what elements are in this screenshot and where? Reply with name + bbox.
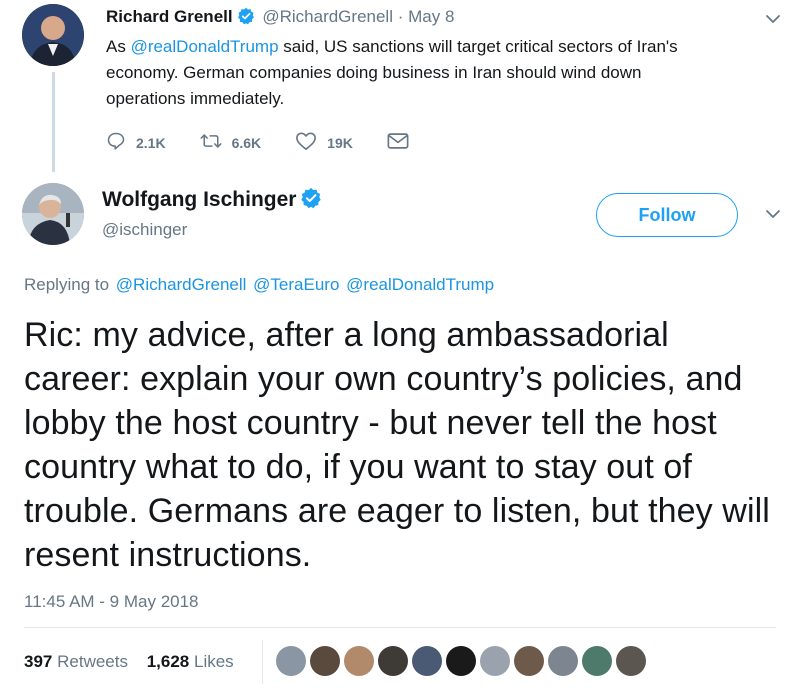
reply-button[interactable]: 2.1K	[106, 131, 166, 154]
liker-avatar[interactable]	[514, 646, 544, 676]
separator-dot: ·	[397, 7, 404, 26]
liker-avatar[interactable]	[616, 646, 646, 676]
tweet-actions: 2.1K 6.6K 19K	[106, 131, 453, 154]
liker-avatar[interactable]	[548, 646, 578, 676]
chevron-down-icon[interactable]	[764, 10, 782, 33]
author-name-text[interactable]: Wolfgang Ischinger	[102, 188, 296, 211]
wolfgang-ischinger-avatar[interactable]	[22, 183, 84, 245]
mention-link[interactable]: @realDonaldTrump	[131, 37, 279, 56]
author-name[interactable]: Wolfgang Ischinger	[102, 187, 325, 216]
like-total: 1,628	[146, 652, 190, 671]
liker-avatar[interactable]	[582, 646, 612, 676]
liker-avatar[interactable]	[310, 646, 340, 676]
verified-badge-icon	[237, 7, 255, 31]
likes-stat[interactable]: 1,628 Likes	[147, 652, 234, 671]
likes-label: Likes	[194, 652, 234, 671]
replying-to-line: Replying to @RichardGrenell @TeraEuro @r…	[24, 275, 494, 295]
author-handle[interactable]: @RichardGrenell	[262, 7, 393, 26]
chevron-down-icon[interactable]	[764, 205, 782, 228]
retweets-label: Retweets	[57, 652, 128, 671]
direct-message-button[interactable]	[387, 132, 419, 153]
author-handle[interactable]: @ischinger	[102, 220, 187, 240]
reply-count: 2.1K	[136, 134, 166, 151]
reply-mention-link[interactable]: @realDonaldTrump	[346, 275, 494, 294]
liker-avatar[interactable]	[344, 646, 374, 676]
tweet-timestamp[interactable]: 11:45 AM - 9 May 2018	[24, 592, 199, 612]
verified-badge-icon	[300, 187, 322, 216]
reply-mention-link[interactable]: @TeraEuro	[253, 275, 339, 294]
retweet-button[interactable]: 6.6K	[200, 131, 262, 154]
retweet-total: 397	[24, 652, 53, 671]
tweet-date[interactable]: May 8	[408, 7, 454, 26]
thread-connector-line	[52, 72, 55, 172]
reply-icon	[106, 131, 136, 154]
divider	[24, 627, 776, 628]
stats-separator	[262, 640, 263, 684]
liker-avatar[interactable]	[276, 646, 306, 676]
engagement-stats: 397 Retweets 1,628 Likes	[24, 652, 234, 672]
replying-to-label: Replying to	[24, 275, 110, 294]
liker-avatar[interactable]	[412, 646, 442, 676]
retweet-count: 6.6K	[231, 134, 262, 151]
follow-button[interactable]: Follow	[596, 193, 738, 237]
like-button[interactable]: 19K	[295, 131, 353, 154]
parent-tweet-text: As @realDonaldTrump said, US sanctions w…	[106, 34, 706, 112]
parent-tweet-header: Richard Grenell @RichardGrenell · May 8	[106, 6, 454, 31]
reply-mention-link[interactable]: @RichardGrenell	[116, 275, 247, 294]
envelope-icon	[387, 132, 419, 153]
text-prefix: As	[106, 37, 131, 56]
like-count: 19K	[327, 134, 353, 151]
retweets-stat[interactable]: 397 Retweets	[24, 652, 128, 671]
parent-tweet: Richard Grenell @RichardGrenell · May 8 …	[0, 0, 800, 175]
richard-grenell-avatar[interactable]	[22, 4, 84, 66]
liker-avatars	[276, 646, 650, 676]
liker-avatar[interactable]	[480, 646, 510, 676]
author-name[interactable]: Richard Grenell	[106, 7, 233, 26]
retweet-icon	[200, 131, 232, 154]
liker-avatar[interactable]	[378, 646, 408, 676]
heart-icon	[295, 131, 327, 154]
main-tweet-text: Ric: my advice, after a long ambassadori…	[24, 316, 770, 574]
liker-avatar[interactable]	[446, 646, 476, 676]
